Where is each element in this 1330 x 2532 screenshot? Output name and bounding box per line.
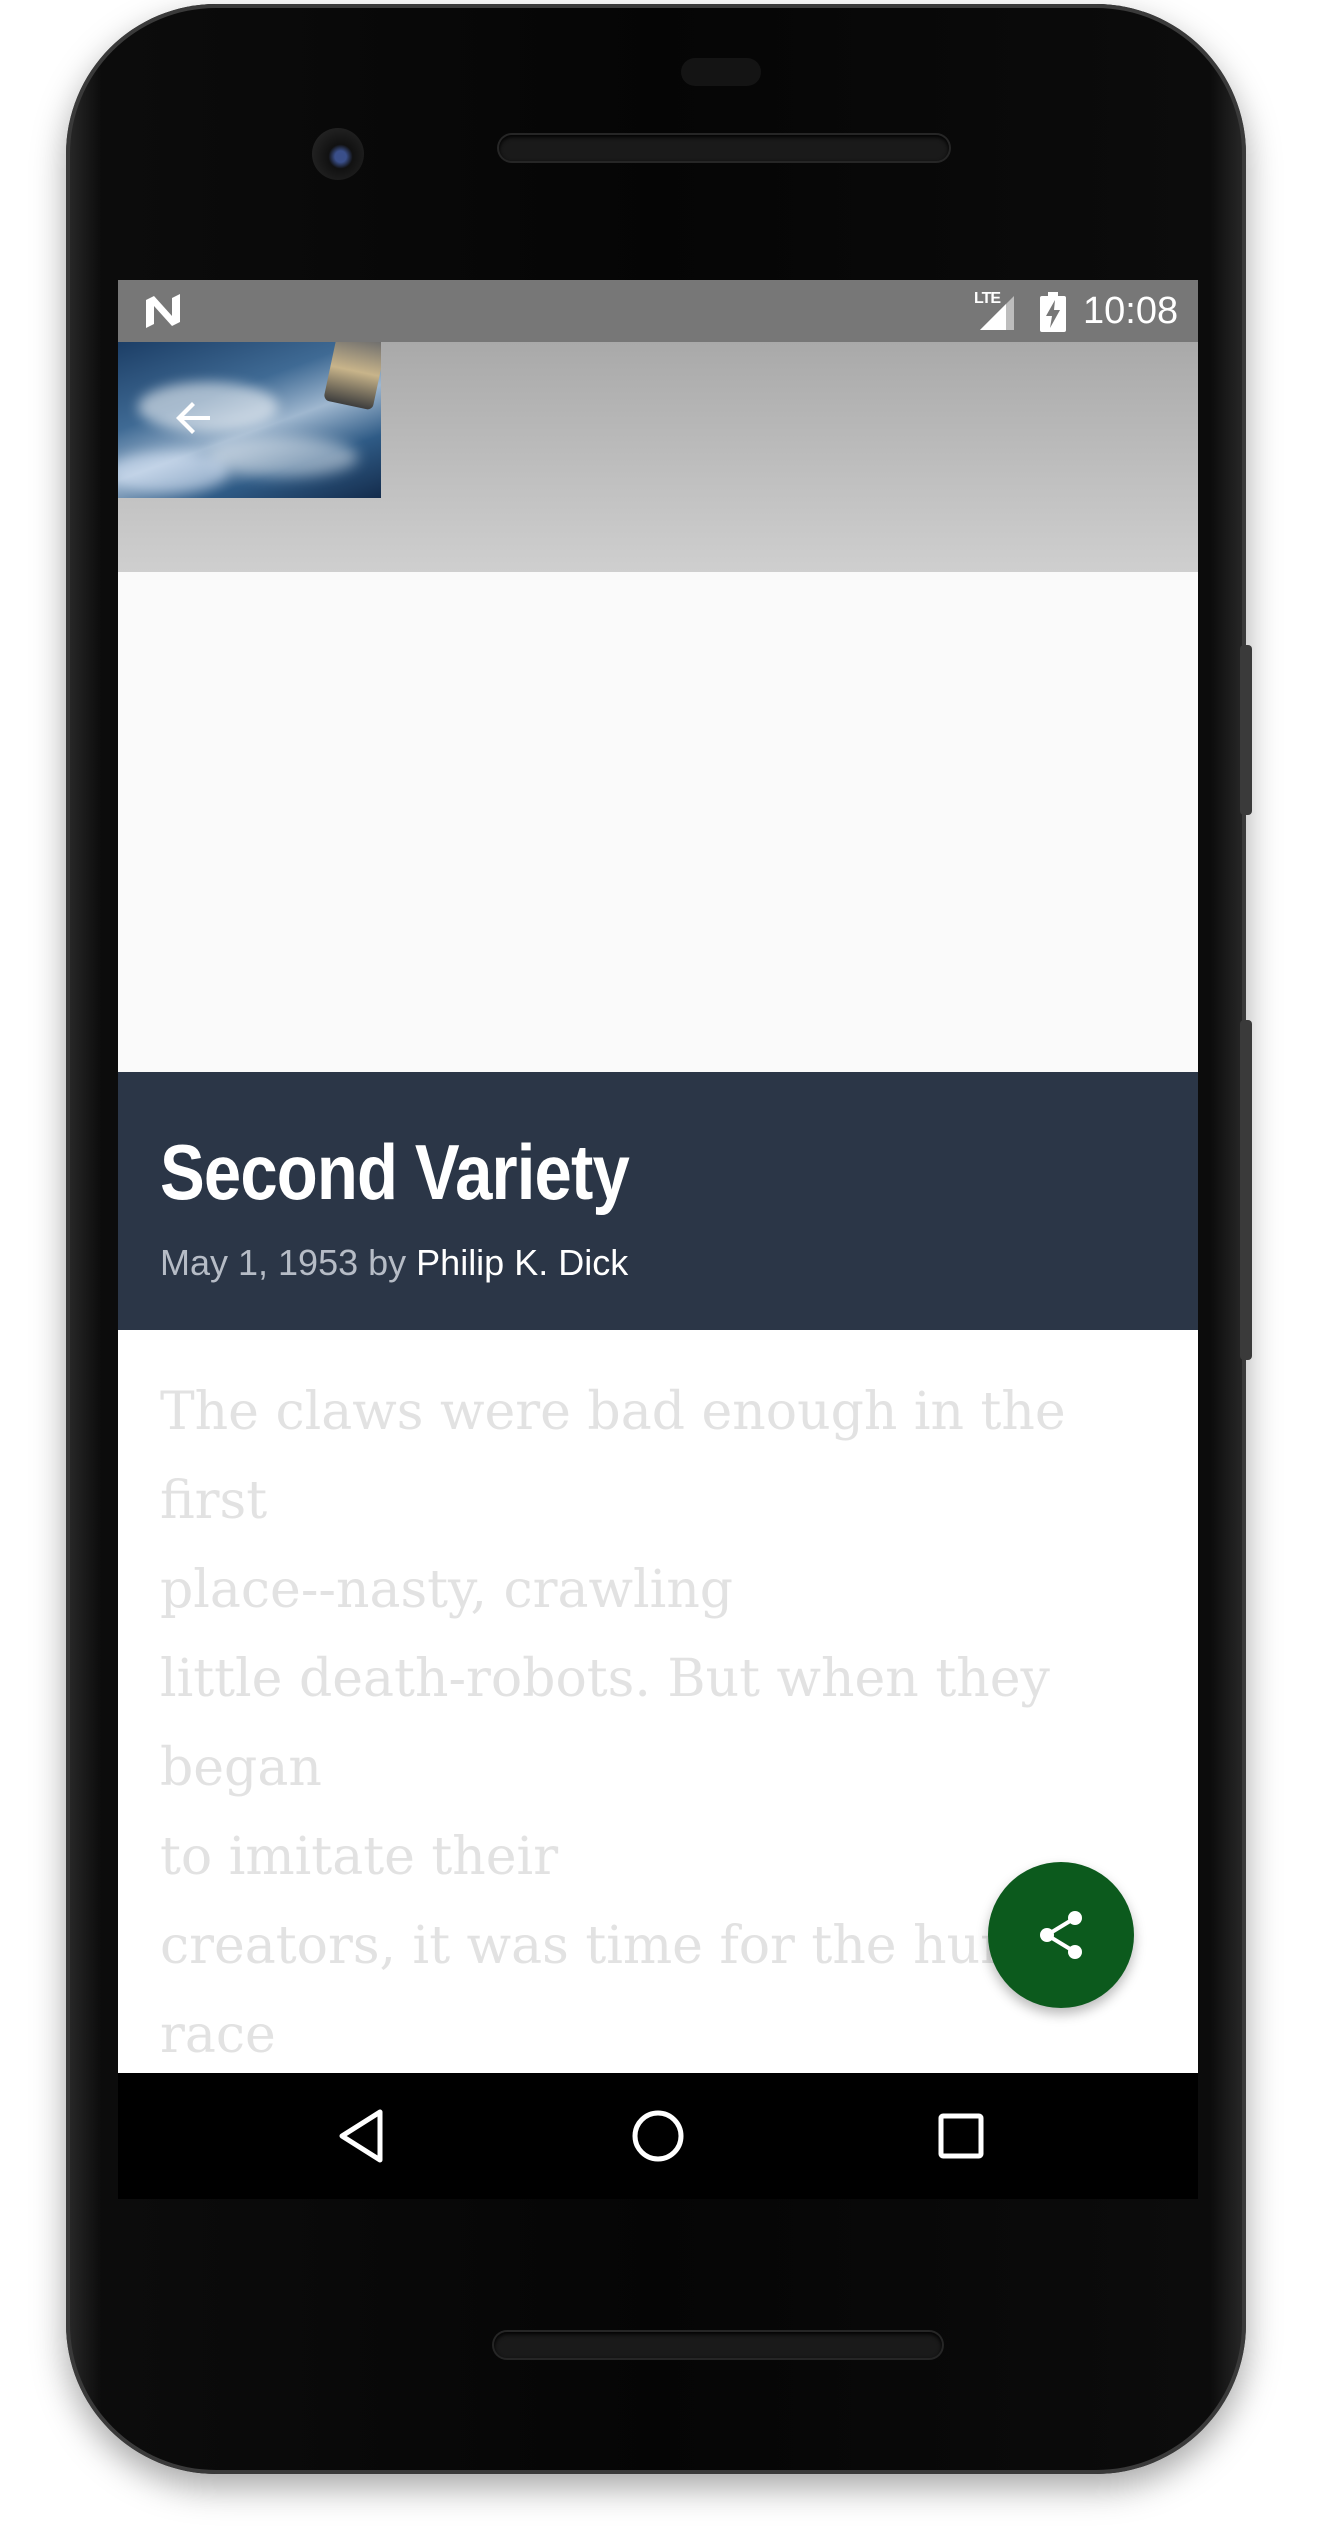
share-icon: [1040, 1911, 1082, 1959]
device-stage: LTE 10:08 Second Variety May 1, 1953 by …: [0, 0, 1330, 2532]
story-author-link[interactable]: Philip K. Dick: [416, 1242, 628, 1283]
nav-back-button[interactable]: [328, 2103, 394, 2169]
front-camera: [312, 128, 364, 180]
home-circle-icon: [632, 2110, 684, 2162]
arrow-back-icon: [176, 402, 210, 434]
back-triangle-icon: [339, 2109, 383, 2163]
app-screen: LTE 10:08 Second Variety May 1, 1953 by …: [118, 280, 1198, 2073]
volume-button: [1240, 1020, 1252, 1360]
hero-placeholder: [118, 572, 1198, 1072]
power-button: [1240, 645, 1252, 815]
nav-home-button[interactable]: [625, 2103, 691, 2169]
story-byline: May 1, 1953 by Philip K. Dick: [160, 1242, 628, 1284]
lte-signal-icon: [980, 296, 1014, 330]
top-speaker-grille: [499, 135, 949, 161]
story-title: Second Variety: [160, 1128, 630, 1216]
clock-time: 10:08: [1083, 290, 1179, 332]
back-button[interactable]: [158, 382, 230, 454]
earpiece-sensor: [681, 58, 761, 86]
recents-square-icon: [938, 2113, 984, 2159]
status-bar: LTE 10:08: [118, 280, 1198, 342]
bottom-speaker-grille: [494, 2332, 942, 2358]
n-icon: [146, 294, 180, 328]
share-fab[interactable]: [988, 1862, 1134, 2008]
story-date: May 1, 1953 by: [160, 1242, 417, 1283]
nav-recents-button[interactable]: [928, 2103, 994, 2169]
story-header-band: Second Variety May 1, 1953 by Philip K. …: [118, 1072, 1198, 1330]
battery-charging-icon: [1040, 292, 1066, 332]
system-navigation-bar: [118, 2073, 1198, 2199]
